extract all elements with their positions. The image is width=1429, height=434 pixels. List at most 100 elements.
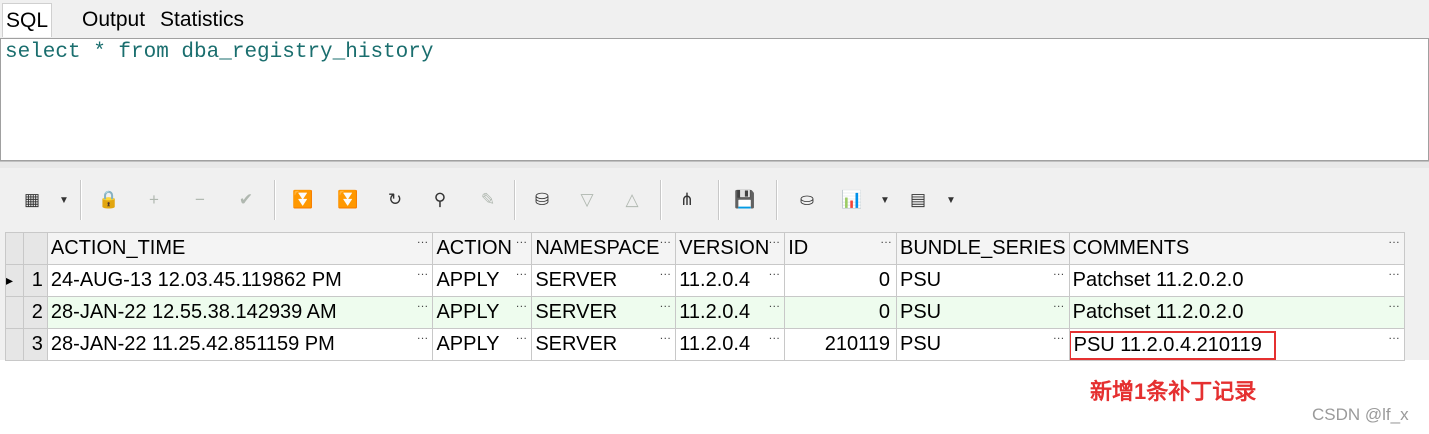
- cell-value: PSU: [899, 301, 942, 323]
- column-header-label: BUNDLE_SERIES: [899, 237, 1066, 259]
- watermark: CSDN @lf_x: [1312, 405, 1409, 424]
- column-header-comments[interactable]: COMMENTS…: [1068, 232, 1406, 265]
- cell-comments[interactable]: Patchset 11.2.0.2.0…: [1068, 264, 1406, 297]
- cell-action[interactable]: APPLY…: [432, 296, 533, 329]
- result-grid: ACTION_TIME… ACTION… NAMESPACE… VERSION……: [5, 232, 1406, 361]
- column-header-label: COMMENTS: [1072, 237, 1190, 259]
- cell-namespace[interactable]: SERVER…: [531, 328, 677, 361]
- column-header-bundle-series[interactable]: BUNDLE_SERIES…: [895, 232, 1070, 265]
- cell-value: SERVER: [535, 269, 618, 291]
- cell-action-time[interactable]: 28-JAN-22 12.55.38.142939 AM…: [46, 296, 434, 329]
- cell-bundle-series[interactable]: PSU…: [895, 328, 1070, 361]
- table-row[interactable]: 2 28-JAN-22 12.55.38.142939 AM… APPLY… S…: [5, 296, 1406, 329]
- annotation-note: 新增1条补丁记录: [1090, 379, 1257, 404]
- cell-id[interactable]: 0: [784, 296, 897, 329]
- delete-record-icon[interactable]: −: [186, 186, 214, 214]
- cell-value: 11.2.0.4: [679, 269, 751, 291]
- toolbar-separator: [80, 180, 82, 220]
- toolbar-separator: [514, 180, 516, 220]
- cell-value: SERVER: [535, 333, 618, 355]
- cell-namespace[interactable]: SERVER…: [531, 264, 677, 297]
- cell-value: 210119: [824, 333, 890, 355]
- grid-header-row: ACTION_TIME… ACTION… NAMESPACE… VERSION……: [5, 232, 1406, 265]
- cell-namespace[interactable]: SERVER…: [531, 296, 677, 329]
- cell-bundle-series[interactable]: PSU…: [895, 264, 1070, 297]
- explain-plan-icon[interactable]: ⋔: [673, 186, 701, 214]
- cell-id[interactable]: 210119: [784, 328, 897, 361]
- column-header-label: ACTION: [436, 237, 512, 259]
- row-number: 2: [22, 296, 48, 329]
- save-icon[interactable]: 💾: [731, 186, 759, 214]
- cell-action[interactable]: APPLY…: [432, 328, 533, 361]
- column-header-action[interactable]: ACTION…: [432, 232, 533, 265]
- sort-ascending-icon[interactable]: △: [618, 186, 646, 214]
- clear-icon[interactable]: ✎: [474, 186, 502, 214]
- toolbar-separator: [718, 180, 720, 220]
- column-header-version[interactable]: VERSION…: [675, 232, 786, 265]
- cell-value: PSU 11.2.0.4.210119: [1073, 333, 1262, 356]
- toolbar-separator: [274, 180, 276, 220]
- cell-id[interactable]: 0: [784, 264, 897, 297]
- row-number: 1: [22, 264, 48, 297]
- cell-value: 11.2.0.4: [679, 333, 751, 355]
- cell-version[interactable]: 11.2.0.4…: [675, 296, 786, 329]
- cell-comments[interactable]: Patchset 11.2.0.2.0…: [1068, 296, 1406, 329]
- last-page-icon[interactable]: ⏬: [334, 186, 362, 214]
- export-icon[interactable]: ⛀: [793, 186, 821, 214]
- column-header-label: ACTION_TIME: [50, 237, 186, 259]
- refresh-icon[interactable]: ↻: [381, 186, 409, 214]
- tab-statistics[interactable]: Statistics: [157, 3, 247, 36]
- cell-value: 0: [878, 301, 890, 323]
- column-header-id[interactable]: ID…: [784, 232, 897, 265]
- next-page-icon[interactable]: ⏬: [289, 186, 317, 214]
- cell-value: Patchset 11.2.0.2.0: [1072, 269, 1244, 291]
- row-number: 3: [22, 328, 48, 361]
- cell-value: Patchset 11.2.0.2.0: [1072, 301, 1244, 323]
- cell-value: SERVER: [535, 301, 618, 323]
- cell-action[interactable]: APPLY…: [432, 264, 533, 297]
- find-icon[interactable]: ⚲: [426, 186, 454, 214]
- cell-value: APPLY: [436, 301, 500, 323]
- column-header-label: ID: [788, 237, 809, 259]
- table-row[interactable]: 3 28-JAN-22 11.25.42.851159 PM… APPLY… S…: [5, 328, 1406, 361]
- column-header-action-time[interactable]: ACTION_TIME…: [46, 232, 434, 265]
- sql-text[interactable]: select * from dba_registry_history: [5, 41, 433, 64]
- tab-bar: SQL Output Statistics: [0, 0, 1429, 38]
- lock-icon[interactable]: 🔒: [95, 186, 123, 214]
- row-number-header: [22, 232, 48, 265]
- single-record-dropdown-icon[interactable]: ▼: [944, 186, 958, 214]
- chart-icon[interactable]: 📊: [838, 186, 866, 214]
- cell-value: 0: [878, 269, 890, 291]
- highlight-box: PSU 11.2.0.4.210119: [1070, 330, 1276, 360]
- cell-value: APPLY: [436, 333, 500, 355]
- table-row[interactable]: ▸ 1 24-AUG-13 12.03.45.119862 PM… APPLY……: [5, 264, 1406, 297]
- column-header-label: VERSION: [679, 237, 770, 259]
- column-header-label: NAMESPACE: [535, 237, 660, 259]
- cell-version[interactable]: 11.2.0.4…: [675, 264, 786, 297]
- insert-record-icon[interactable]: +: [140, 186, 168, 214]
- post-edit-icon[interactable]: ✔: [232, 186, 260, 214]
- cell-bundle-series[interactable]: PSU…: [895, 296, 1070, 329]
- single-record-view-icon[interactable]: ▤: [904, 186, 932, 214]
- tab-output[interactable]: Output: [79, 3, 148, 36]
- row-indicator: [5, 296, 24, 329]
- result-toolbar: ▦ ▼ 🔒 + − ✔ ⏬ ⏬ ↻ ⚲ ✎ ⛁ ▽ △ ⋔ 💾 ⛀ 📊 ▼ ▤ …: [0, 168, 1429, 230]
- toolbar-separator: [660, 180, 662, 220]
- cell-value: 24-AUG-13 12.03.45.119862 PM: [50, 269, 342, 291]
- sql-editor[interactable]: select * from dba_registry_history: [0, 38, 1429, 161]
- grid-view-icon[interactable]: ▦: [18, 186, 46, 214]
- cell-value: 28-JAN-22 12.55.38.142939 AM: [50, 301, 337, 323]
- query-by-example-icon[interactable]: ⛁: [528, 186, 556, 214]
- cell-value: 11.2.0.4: [679, 301, 751, 323]
- chart-dropdown-icon[interactable]: ▼: [878, 186, 892, 214]
- column-header-namespace[interactable]: NAMESPACE…: [531, 232, 677, 265]
- cell-value: APPLY: [436, 269, 500, 291]
- cell-action-time[interactable]: 24-AUG-13 12.03.45.119862 PM…: [46, 264, 434, 297]
- cell-version[interactable]: 11.2.0.4…: [675, 328, 786, 361]
- toolbar-separator: [776, 180, 778, 220]
- tab-sql[interactable]: SQL: [2, 3, 53, 37]
- sort-descending-icon[interactable]: ▽: [573, 186, 601, 214]
- cell-comments[interactable]: PSU 11.2.0.4.210119…: [1068, 328, 1406, 361]
- cell-action-time[interactable]: 28-JAN-22 11.25.42.851159 PM…: [46, 328, 434, 361]
- grid-view-dropdown-icon[interactable]: ▼: [57, 186, 71, 214]
